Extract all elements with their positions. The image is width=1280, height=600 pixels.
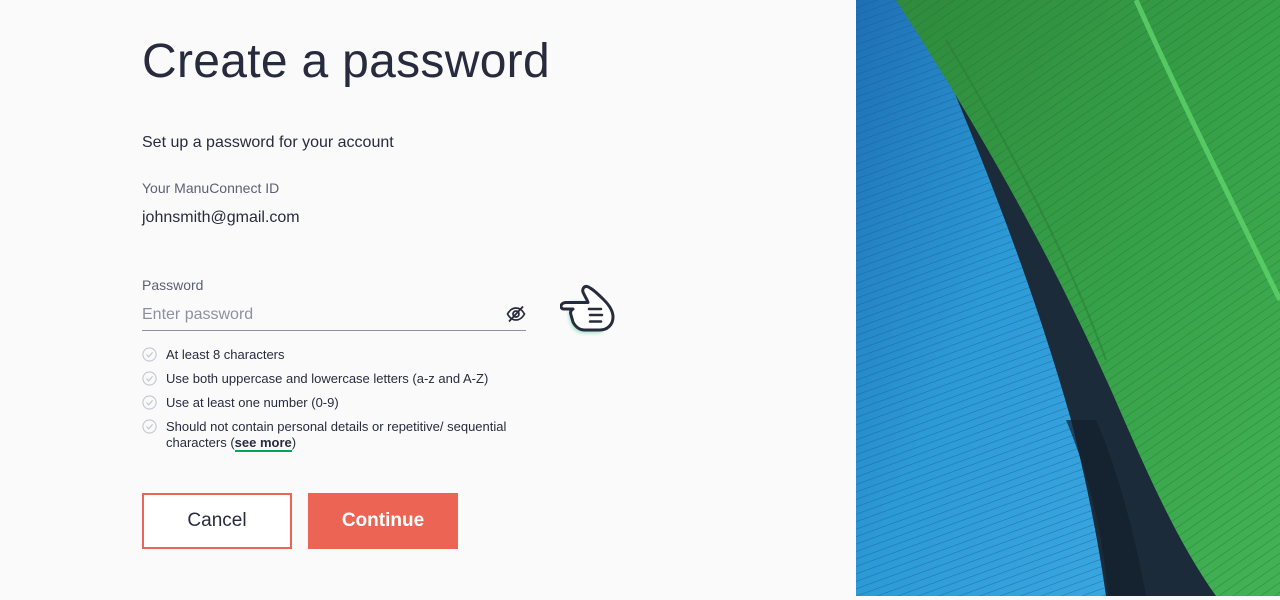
password-rule-text: Should not contain personal details or r… bbox=[166, 419, 507, 450]
password-label: Password bbox=[142, 277, 204, 293]
password-field bbox=[142, 300, 526, 331]
password-rule: Use at least one number (0-9) bbox=[142, 395, 522, 411]
password-rule: Use both uppercase and lowercase letters… bbox=[142, 371, 522, 387]
password-input[interactable] bbox=[142, 302, 492, 328]
cancel-button[interactable]: Cancel bbox=[142, 493, 292, 549]
check-circle-icon bbox=[142, 419, 157, 434]
feathers-hero-image bbox=[856, 0, 1280, 596]
account-id-label: Your ManuConnect ID bbox=[142, 180, 280, 196]
account-id-value: johnsmith@gmail.com bbox=[142, 209, 300, 226]
page-subtitle: Set up a password for your account bbox=[142, 134, 394, 151]
check-circle-icon bbox=[142, 371, 157, 386]
see-more-link[interactable]: see more bbox=[234, 435, 292, 452]
check-circle-icon bbox=[142, 395, 157, 410]
continue-button[interactable]: Continue bbox=[308, 493, 458, 549]
password-rule: At least 8 characters bbox=[142, 347, 522, 363]
form-panel: Create a password Set up a password for … bbox=[0, 0, 856, 600]
page: Create a password Set up a password for … bbox=[0, 0, 1280, 600]
password-rule-text: Use at least one number (0-9) bbox=[166, 395, 339, 410]
page-title: Create a password bbox=[142, 35, 550, 88]
eye-slash-icon[interactable] bbox=[506, 305, 526, 323]
password-rule-text: Use both uppercase and lowercase letters… bbox=[166, 371, 489, 386]
see-more-suffix: ) bbox=[291, 435, 297, 450]
password-rule-text: At least 8 characters bbox=[166, 347, 285, 362]
password-rules-list: At least 8 characters Use both uppercase… bbox=[142, 347, 522, 459]
check-circle-icon bbox=[142, 347, 157, 362]
password-rule: Should not contain personal details or r… bbox=[142, 419, 522, 452]
pointing-hand-icon bbox=[559, 284, 618, 336]
